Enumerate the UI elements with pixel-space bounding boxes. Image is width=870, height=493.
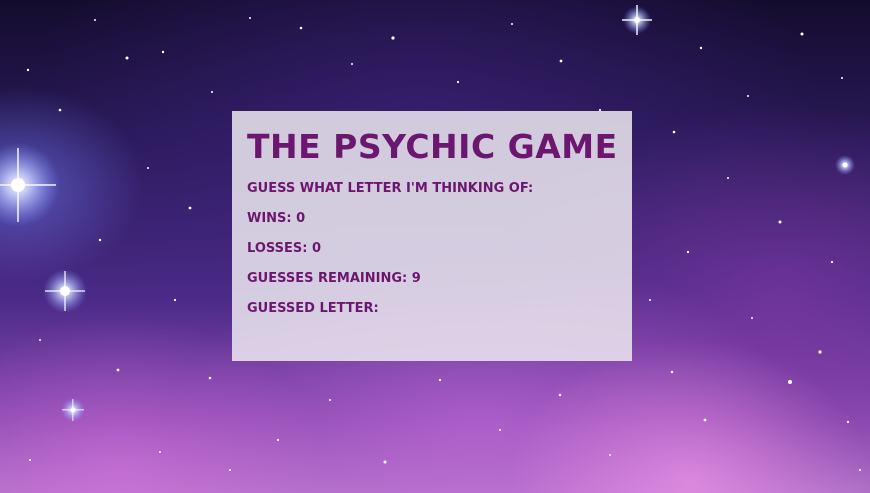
bright-star-top-right: [622, 5, 652, 35]
guesses-remaining-label: Guesses Remaining:: [247, 271, 408, 286]
game-panel: The Psychic Game Guess what letter I'm t…: [232, 111, 632, 361]
bright-star-lower-left: [43, 269, 87, 313]
losses-row: Losses: 0: [247, 241, 617, 257]
bright-star-right: [835, 155, 855, 175]
wins-row: Wins: 0: [247, 211, 617, 227]
guess-prompt: Guess what letter I'm thinking of:: [247, 181, 534, 196]
wins-count: 0: [296, 211, 306, 226]
guesses-remaining-row: Guesses Remaining: 9: [247, 271, 617, 287]
bright-star-bottom-left: [61, 398, 85, 422]
guesses-remaining-count: 9: [411, 271, 421, 286]
bright-star-left: [0, 143, 60, 227]
guessed-letters-label: Guessed Letter:: [247, 301, 379, 316]
wins-label: Wins:: [247, 211, 292, 226]
losses-label: Losses:: [247, 241, 308, 256]
game-title: The Psychic Game: [247, 127, 618, 166]
losses-count: 0: [312, 241, 322, 256]
guessed-letters-row: Guessed Letter:: [247, 301, 617, 317]
